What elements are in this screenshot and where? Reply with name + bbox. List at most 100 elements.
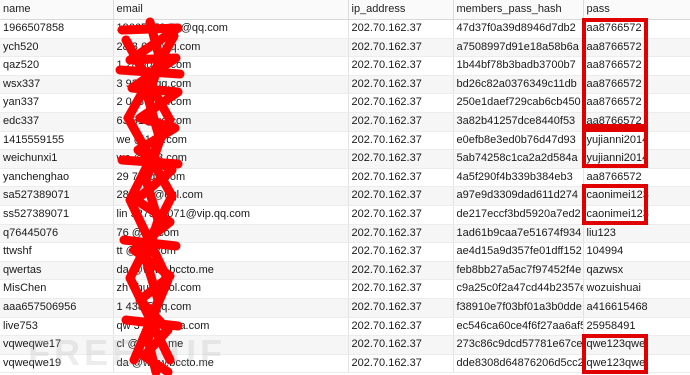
cell-ip-address[interactable]: 202.70.162.37	[348, 354, 454, 374]
cell-ip-address[interactable]: 202.70.162.37	[348, 205, 454, 225]
cell-pass-hash[interactable]: 1b44bf78b3badb3700b7	[453, 56, 584, 76]
cell-email[interactable]: 1 438@qq.com	[113, 298, 349, 318]
cell-name[interactable]: live753	[0, 317, 114, 337]
cell-ip-address[interactable]: 202.70.162.37	[348, 298, 454, 318]
cell-pass-hash[interactable]: 250e1daef729cab6cb450	[453, 93, 584, 113]
cell-pass-hash[interactable]: a97e9d3309dad611d274	[453, 186, 584, 206]
cell-ip-address[interactable]: 202.70.162.37	[348, 56, 454, 76]
cell-ip-address[interactable]: 202.70.162.37	[348, 75, 454, 95]
cell-name[interactable]: ych520	[0, 38, 114, 58]
cell-ip-address[interactable]: 202.70.162.37	[348, 242, 454, 262]
cell-name[interactable]: ss527389071	[0, 205, 114, 225]
table-row[interactable]: edc337 63 31@qq.com 202.70.162.37 3a82b4125…	[0, 112, 690, 132]
table-row[interactable]: yanchenghao 29 7@qq.com 202.70.162.37 4a5f2…	[0, 168, 690, 188]
column-header-name[interactable]: name	[0, 0, 114, 20]
table-row[interactable]: qwertas da @www.bccto.me 202.70.162.37 feb8…	[0, 261, 690, 281]
cell-name[interactable]: wsx337	[0, 75, 114, 95]
cell-ip-address[interactable]: 202.70.162.37	[348, 149, 454, 169]
table-row[interactable]: aaa657506956 1 438@qq.com 202.70.162.37 f38…	[0, 298, 690, 318]
cell-pass-hash[interactable]: de217eccf3bd5920a7ed2	[453, 205, 584, 225]
table-row[interactable]: 1415559155 we @163.com 202.70.162.37 e0efb8…	[0, 131, 690, 151]
column-header-ip-address[interactable]: ip_address	[348, 0, 454, 20]
table-row[interactable]: ych520 28 3 63@qq.com 202.70.162.37 a750899…	[0, 38, 690, 58]
cell-email[interactable]: 2 048@qq.com	[113, 93, 349, 113]
cell-name[interactable]: qwertas	[0, 261, 114, 281]
cell-email[interactable]: qw 3 11@sina.com	[113, 317, 349, 337]
cell-pass-hash[interactable]: a7508997d91e18a58b6a	[453, 38, 584, 58]
cell-pass-hash[interactable]: bd26c82a0376349c11db	[453, 75, 584, 95]
cell-name[interactable]: MisChen	[0, 279, 114, 299]
cell-pass-hash[interactable]: 4a5f290f4b339b384eb3	[453, 168, 584, 188]
cell-ip-address[interactable]: 202.70.162.37	[348, 131, 454, 151]
cell-name[interactable]: aaa657506956	[0, 298, 114, 318]
cell-email[interactable]: we @163.com	[113, 149, 349, 169]
cell-email[interactable]: da @www.bccto.me	[113, 261, 349, 281]
table-row[interactable]: q76445076 76 @qq.com 202.70.162.37 1ad61b9c…	[0, 224, 690, 244]
cell-pass-hash[interactable]: 1ad61b9caa7e51674f934	[453, 224, 584, 244]
cell-pass-hash[interactable]: e0efb8e3ed0b76d47d93	[453, 131, 584, 151]
cell-email[interactable]: 63 31@qq.com	[113, 112, 349, 132]
table-row[interactable]: ttwshf tt @1 3.com 202.70.162.37 ae4d15a9d3…	[0, 242, 690, 262]
cell-pass[interactable]: a416615468	[583, 298, 690, 318]
results-grid[interactable]: name email ip_address members_pass_hash …	[0, 0, 690, 374]
cell-pass-hash[interactable]: dde8308d64876206d5cc2	[453, 354, 584, 374]
cell-pass[interactable]: aa8766572	[583, 75, 690, 95]
cell-pass-hash[interactable]: 3a82b41257dce8440f53	[453, 112, 584, 132]
table-row[interactable]: weichunxi1 we @163.com 202.70.162.37 5ab742…	[0, 149, 690, 169]
table-row[interactable]: vqweqwe19 da @www.bccto.me 202.70.162.37 dd…	[0, 354, 690, 374]
cell-pass-hash[interactable]: feb8bb27a5ac7f97452f4e	[453, 261, 584, 281]
cell-pass[interactable]: aa8766572	[583, 56, 690, 76]
cell-pass[interactable]: aa8766572	[583, 112, 690, 132]
cell-pass[interactable]: aa8766572	[583, 38, 690, 58]
column-header-members-pass-hash[interactable]: members_pass_hash	[453, 0, 584, 20]
cell-name[interactable]: 1966507858	[0, 19, 114, 39]
cell-pass[interactable]: qwe123qwe	[583, 335, 690, 355]
cell-pass[interactable]: 104994	[583, 242, 690, 262]
cell-pass[interactable]: yujianni2014	[583, 131, 690, 151]
cell-pass-hash[interactable]: 47d37f0a39d8946d7db2	[453, 19, 584, 39]
column-header-email[interactable]: email	[113, 0, 349, 20]
cell-pass[interactable]: aa8766572	[583, 93, 690, 113]
cell-ip-address[interactable]: 202.70.162.37	[348, 19, 454, 39]
table-row[interactable]: MisChen zh shui@aol.com 202.70.162.37 c9a25…	[0, 279, 690, 299]
cell-pass[interactable]: qazwsx	[583, 261, 690, 281]
table-row[interactable]: live753 qw 3 11@sina.com 202.70.162.37 ec54…	[0, 317, 690, 337]
table-row[interactable]: sa527389071 28 4 03@qql.com 202.70.162.37 a…	[0, 186, 690, 206]
table-row[interactable]: ss527389071 lin 527389071@vip.qq.com 202.7…	[0, 205, 690, 225]
cell-pass-hash[interactable]: c9a25c0f2a47cd44b2357e	[453, 279, 584, 299]
cell-pass[interactable]: wozuishuai	[583, 279, 690, 299]
cell-pass[interactable]: aa8766572	[583, 168, 690, 188]
cell-pass[interactable]: liu123	[583, 224, 690, 244]
cell-name[interactable]: qaz520	[0, 56, 114, 76]
cell-pass[interactable]: caonimei123	[583, 186, 690, 206]
cell-email[interactable]: 76 @qq.com	[113, 224, 349, 244]
cell-ip-address[interactable]: 202.70.162.37	[348, 317, 454, 337]
cell-pass-hash[interactable]: f38910e7f03bf01a3b0dde	[453, 298, 584, 318]
cell-ip-address[interactable]: 202.70.162.37	[348, 112, 454, 132]
cell-name[interactable]: edc337	[0, 112, 114, 132]
cell-pass-hash[interactable]: 5ab74258c1ca2a2d584a	[453, 149, 584, 169]
cell-ip-address[interactable]: 202.70.162.37	[348, 93, 454, 113]
cell-ip-address[interactable]: 202.70.162.37	[348, 335, 454, 355]
cell-email[interactable]: lin 527389071@vip.qq.com	[113, 205, 349, 225]
cell-pass[interactable]: qwe123qwe	[583, 354, 690, 374]
cell-ip-address[interactable]: 202.70.162.37	[348, 279, 454, 299]
cell-email[interactable]: 19665078 58@qq.com	[113, 19, 349, 39]
cell-name[interactable]: vqweqwe19	[0, 354, 114, 374]
cell-ip-address[interactable]: 202.70.162.37	[348, 261, 454, 281]
cell-email[interactable]: 3 932@qq.com	[113, 75, 349, 95]
cell-ip-address[interactable]: 202.70.162.37	[348, 168, 454, 188]
cell-ip-address[interactable]: 202.70.162.37	[348, 38, 454, 58]
cell-email[interactable]: we @163.com	[113, 131, 349, 151]
cell-pass[interactable]: aa8766572	[583, 19, 690, 39]
cell-name[interactable]: sa527389071	[0, 186, 114, 206]
cell-pass-hash[interactable]: 273c86c9dcd57781e67ce	[453, 335, 584, 355]
cell-pass[interactable]: 25958491	[583, 317, 690, 337]
cell-name[interactable]: q76445076	[0, 224, 114, 244]
cell-pass-hash[interactable]: ae4d15a9d357fe01dff152	[453, 242, 584, 262]
table-row[interactable]: qaz520 1 285@qq.com 202.70.162.37 1b44bf78b…	[0, 56, 690, 76]
cell-email[interactable]: zh shui@aol.com	[113, 279, 349, 299]
cell-name[interactable]: weichunxi1	[0, 149, 114, 169]
cell-email[interactable]: tt @1 3.com	[113, 242, 349, 262]
cell-pass[interactable]: caonimei123	[583, 205, 690, 225]
